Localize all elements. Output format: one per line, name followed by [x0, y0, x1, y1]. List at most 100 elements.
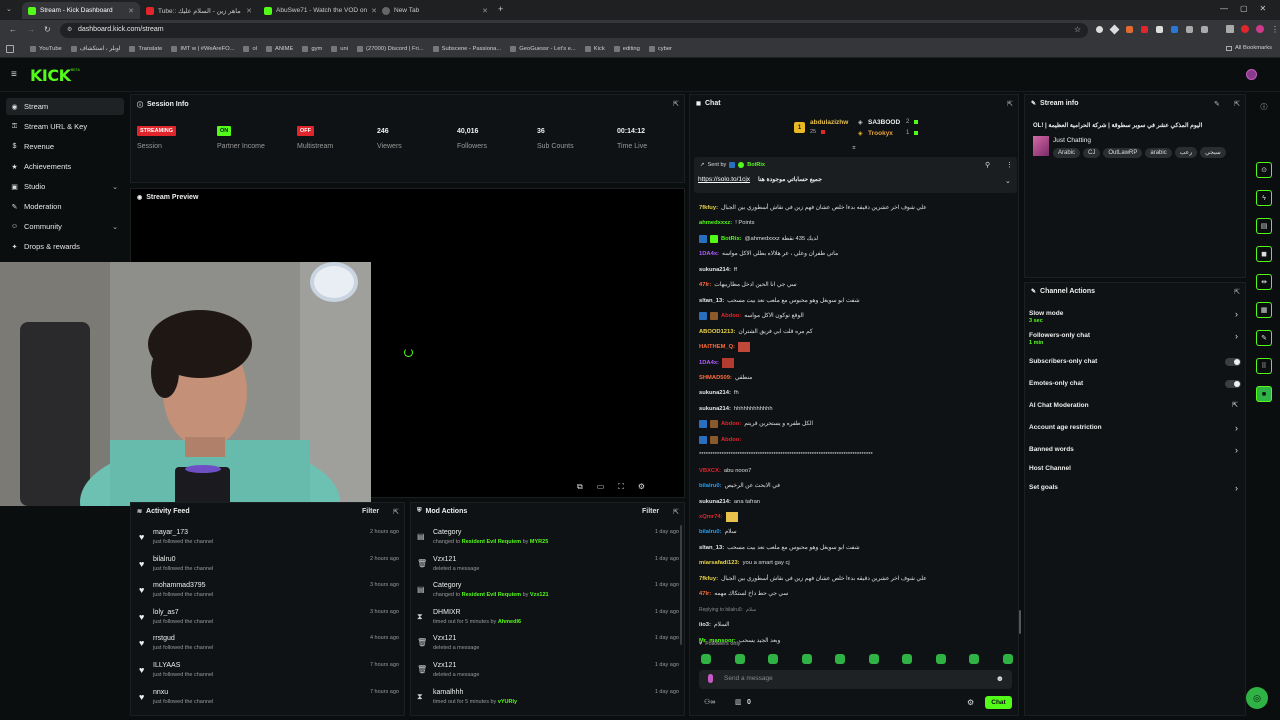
channel-action-set-goals[interactable]: Set goals ›: [1029, 482, 1241, 500]
chat-message[interactable]: xQmr74:: [699, 512, 1009, 522]
bookmark-item[interactable]: Translate: [129, 46, 162, 52]
chat-username[interactable]: ABOOD1213:: [699, 327, 735, 337]
activity-row[interactable]: ♥ rrstgud just followed the channel 4 hours…: [139, 632, 399, 658]
chat-message[interactable]: Abdoo:: [699, 435, 1009, 445]
chat-message[interactable]: bilalru0: في الابحث عن الرخيص: [699, 481, 1009, 491]
sidebar-icon[interactable]: [1226, 25, 1234, 33]
menu-dots-icon[interactable]: ⋮: [1271, 25, 1279, 34]
chat-message[interactable]: 7fkfuy: علي شوف اخر عشرين دقيقه بدءا خلص …: [699, 203, 1009, 213]
stream-tag[interactable]: رعب: [1174, 147, 1198, 158]
kick-logo[interactable]: KICK: [30, 66, 71, 85]
chat-username[interactable]: sukuna214:: [699, 265, 731, 275]
chevron-right-icon[interactable]: ›: [1235, 331, 1238, 341]
chat-username[interactable]: 47lr:: [699, 280, 711, 290]
mod-action-subject[interactable]: Category: [433, 582, 461, 589]
channel-action-emotes-only-chat[interactable]: Emotes-only chat: [1029, 378, 1241, 396]
extension-icon[interactable]: [1156, 26, 1163, 33]
chat-message[interactable]: sltan_13: شفت ابو سويغل وهو محبوس مع ملعب…: [699, 543, 1009, 553]
mod-action-subject[interactable]: Vzx121: [433, 556, 456, 563]
follower-name[interactable]: ILLYAAS: [153, 662, 180, 669]
sidebar-item-stream-url-key[interactable]: ⚿ Stream URL & Key: [6, 118, 124, 135]
extensions-puzzle-icon[interactable]: [1201, 26, 1208, 33]
popout-icon[interactable]: ⇱: [393, 508, 399, 516]
channel-action-followers-only-chat[interactable]: Followers-only chat 1 min ›: [1029, 330, 1241, 348]
chat-username[interactable]: sukuna214:: [699, 388, 731, 398]
chat-username[interactable]: bilalru0:: [699, 527, 722, 537]
chat-message[interactable]: sukuna214: ff: [699, 265, 1009, 275]
profile-avatar-icon[interactable]: [1256, 25, 1264, 33]
toggle-switch[interactable]: [1225, 358, 1241, 366]
chevron-right-icon[interactable]: ›: [1235, 445, 1238, 455]
chat-message[interactable]: VBXCX: abu nooo7: [699, 466, 1009, 476]
activity-row[interactable]: ♥ loly_as7 just followed the channel 3 hour…: [139, 606, 399, 632]
chat-username[interactable]: bilalru0:: [699, 481, 722, 491]
sidebar-item-achievements[interactable]: ★ Achievements: [6, 158, 124, 175]
new-tab-button[interactable]: +: [498, 4, 503, 14]
fullscreen-icon[interactable]: ⛶: [618, 482, 624, 492]
chat-bubble-icon[interactable]: ◼: [1256, 246, 1272, 262]
follower-name[interactable]: loly_as7: [153, 609, 179, 616]
category-name[interactable]: Just Chatting: [1053, 137, 1091, 144]
bolt-icon[interactable]: ϟ: [1256, 190, 1272, 206]
follower-name[interactable]: rrstgud: [153, 635, 175, 642]
reload-icon[interactable]: ↻: [44, 25, 51, 34]
extension-icon[interactable]: [1109, 24, 1120, 35]
mod-action-target[interactable]: vYURly: [498, 699, 517, 705]
mod-action-row[interactable]: 🗑 Vzx121 deleted a message 1 day ago: [417, 632, 679, 658]
tab-youtube[interactable]: ماهر زين - السلام عليك ::Tube ✕: [140, 2, 258, 19]
quick-emote-icon[interactable]: [768, 654, 778, 664]
chat-message[interactable]: ahmedxxxz:! Points: [699, 218, 1009, 228]
chat-username[interactable]: 7fkfuy:: [699, 203, 718, 213]
all-bookmarks[interactable]: All Bookmarks: [1225, 45, 1272, 51]
bookmark-item[interactable]: IMT w | #WeAreFO...: [171, 46, 234, 52]
popout-icon[interactable]: ⇱: [1007, 100, 1013, 108]
activity-row[interactable]: ♥ ILLYAAS just followed the channel 7 hours…: [139, 659, 399, 685]
chat-username[interactable]: 1DA4x:: [699, 358, 719, 368]
mod-action-row[interactable]: ▤ Category changed to Resident Evil Requie…: [417, 579, 679, 605]
bookmark-item[interactable]: ol: [243, 46, 257, 52]
participants-icon[interactable]: ⚇∞: [704, 698, 715, 706]
sliders-icon[interactable]: ⇹: [1256, 274, 1272, 290]
chevron-right-icon[interactable]: ›: [1235, 483, 1238, 493]
follower-name[interactable]: bilalru0: [153, 556, 176, 563]
forward-icon[interactable]: →: [27, 25, 35, 34]
close-icon[interactable]: ✕: [482, 7, 488, 15]
mod-action-target[interactable]: Resident Evil Requiem: [462, 592, 521, 598]
channel-action-ai-chat-moderation[interactable]: AI Chat Moderation ⇱: [1029, 400, 1241, 418]
chat-username[interactable]: sukuna214:: [699, 404, 731, 414]
pinned-message[interactable]: ➚ Sent by BotRix https://solo.to/1cjx جميع…: [694, 157, 1017, 193]
chat-message[interactable]: bilalru0: سلام: [699, 527, 1009, 537]
back-icon[interactable]: ←: [9, 25, 17, 34]
chat-username[interactable]: Replying to bilalru0:: [699, 605, 743, 615]
chat-message[interactable]: Abdoo: الكل طفره و يستحرين قريتم: [699, 419, 1009, 429]
chat-settings-icon[interactable]: ⚙: [967, 698, 974, 707]
chat-username[interactable]: 47lr:: [699, 589, 711, 599]
quick-emote-icon[interactable]: [902, 654, 912, 664]
stream-tag[interactable]: Arabic: [1053, 148, 1081, 158]
chat-message[interactable]: 47lr: سي جي حط داخ لستكاك مهمه: [699, 589, 1009, 599]
chat-username[interactable]: ahmedxxxz:: [699, 218, 732, 228]
settings-gear-icon[interactable]: ⚙: [638, 482, 645, 492]
mod-action-subject[interactable]: Vzx121: [433, 662, 456, 669]
chat-username[interactable]: sukuna214:: [699, 497, 731, 507]
quick-emote-icon[interactable]: [801, 654, 812, 664]
tab-kick-dashboard[interactable]: Stream - Kick Dashboard ✕: [22, 2, 140, 19]
smiley-icon[interactable]: ☻: [996, 674, 1004, 683]
top-gifter-name[interactable]: SA3BOOD: [868, 119, 900, 126]
top-gifter-name[interactable]: abdulazizhw: [810, 119, 848, 126]
filter-button[interactable]: Filter: [362, 508, 379, 515]
mod-action-row[interactable]: 🗑 Vzx121 deleted a message 1 day ago: [417, 553, 679, 579]
follower-name[interactable]: nnxu: [153, 689, 168, 696]
bookmark-item[interactable]: ANIME: [265, 46, 293, 52]
mod-action-subject[interactable]: kamalhhh: [433, 689, 463, 696]
quick-emote-icon[interactable]: [935, 654, 946, 664]
pinned-link[interactable]: https://solo.to/1cjx: [698, 176, 750, 183]
theater-mode-icon[interactable]: ▭: [597, 482, 605, 492]
mod-action-subject[interactable]: DHMIXR: [433, 609, 461, 616]
chat-username[interactable]: sltan_13:: [699, 296, 724, 306]
close-icon[interactable]: ✕: [246, 7, 252, 15]
chat-message[interactable]: sukuna214: fh: [699, 388, 1009, 398]
info-icon[interactable]: ⓘ: [1256, 99, 1272, 115]
channel-action-host-channel[interactable]: Host Channel: [1029, 463, 1241, 481]
stream-tag[interactable]: CJ: [1083, 148, 1101, 158]
